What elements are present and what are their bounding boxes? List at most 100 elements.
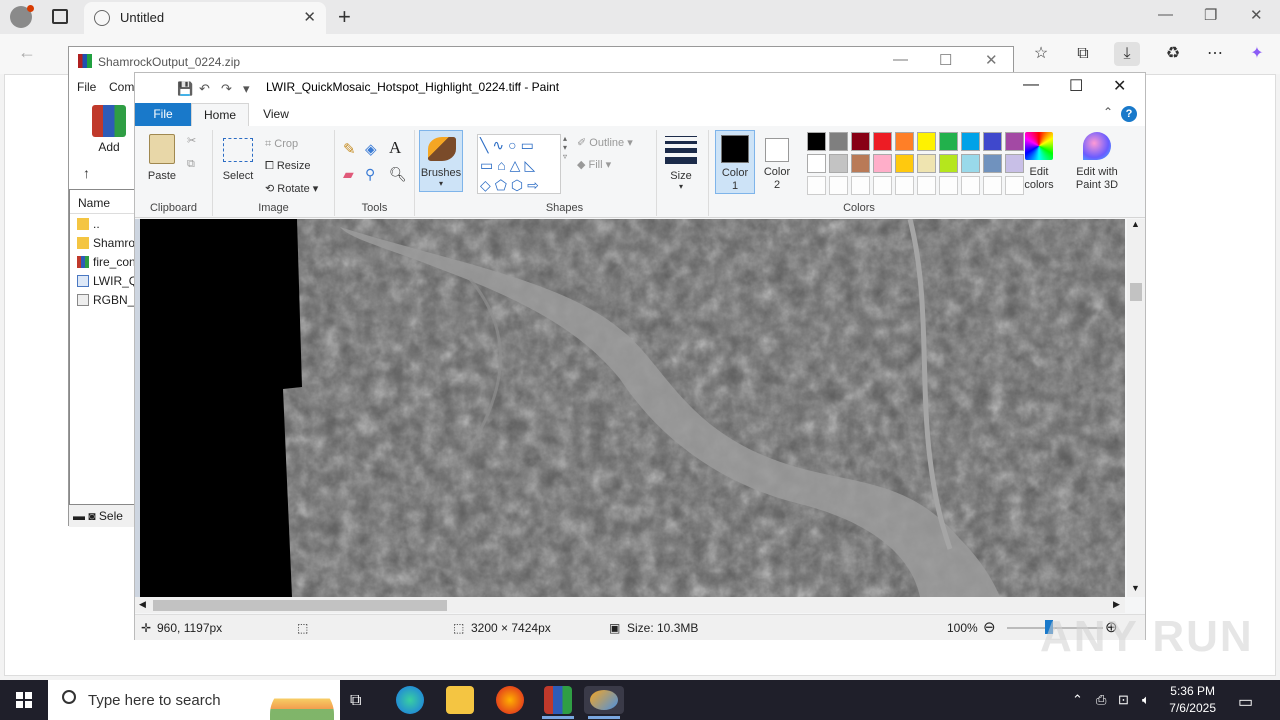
add-button[interactable]: Add — [89, 105, 129, 154]
favorites-star-icon[interactable]: ☆ — [1028, 42, 1054, 66]
color-picker-icon[interactable]: ⚲ — [365, 166, 375, 183]
paste-button[interactable]: Paste — [141, 170, 183, 182]
back-arrow-icon[interactable]: ← — [18, 42, 36, 63]
save-icon[interactable]: 💾 — [177, 81, 193, 97]
winrar-close-button[interactable]: ✕ — [985, 51, 998, 69]
windows-start-icon[interactable] — [16, 692, 32, 708]
color-swatch[interactable] — [1005, 132, 1024, 151]
edit-colors-button[interactable]: Edit colors — [1015, 166, 1063, 192]
tab-view[interactable]: View — [251, 103, 301, 126]
column-header-name[interactable]: Name — [70, 190, 134, 214]
list-item[interactable]: .. — [70, 214, 134, 233]
color1-button[interactable]: Color 1 — [715, 130, 755, 194]
collapse-ribbon-icon[interactable]: ⌃ — [1103, 105, 1113, 119]
color-swatch[interactable] — [873, 176, 892, 195]
tab-home[interactable]: Home — [191, 103, 249, 126]
new-tab-button[interactable]: + — [338, 4, 351, 30]
shapes-scroll-icon[interactable]: ▴ ▾ ▿ — [563, 134, 567, 161]
downloads-icon[interactable]: ⤓ — [1114, 42, 1140, 66]
color-swatch[interactable] — [983, 176, 1002, 195]
color-swatch[interactable] — [983, 154, 1002, 173]
color-swatch[interactable] — [939, 176, 958, 195]
color-swatch[interactable] — [961, 176, 980, 195]
select-button[interactable]: Select — [217, 170, 259, 182]
taskbar-search[interactable]: Type here to search — [48, 680, 340, 720]
size-icon[interactable] — [665, 136, 697, 164]
browser-close-button[interactable]: ✕ — [1250, 6, 1263, 24]
copy-icon[interactable]: ⧉ — [187, 158, 195, 171]
color-swatch[interactable] — [851, 132, 870, 151]
color-swatch[interactable] — [873, 154, 892, 173]
tab-file[interactable]: File — [135, 103, 191, 126]
paint-maximize-button[interactable]: ☐ — [1069, 76, 1083, 96]
eraser-icon[interactable]: ▰ — [343, 166, 354, 183]
up-folder-icon[interactable]: ↑ — [83, 165, 90, 181]
paint3d-icon[interactable] — [1083, 132, 1111, 160]
customize-qat-icon[interactable]: ▾ — [243, 81, 250, 97]
thermal-image[interactable] — [140, 219, 1125, 597]
redo-icon[interactable]: ↷ — [221, 81, 232, 97]
browser-tab[interactable]: Untitled ✕ — [84, 2, 326, 34]
color-swatch[interactable] — [829, 132, 848, 151]
color-swatch[interactable] — [829, 176, 848, 195]
paint-close-button[interactable]: ✕ — [1113, 76, 1126, 96]
scroll-up-icon[interactable]: ▲ — [1131, 219, 1140, 229]
color-swatch[interactable] — [851, 154, 870, 173]
scroll-down-icon[interactable]: ▼ — [1131, 583, 1140, 593]
tab-actions-icon[interactable] — [52, 9, 68, 24]
winrar-minimize-button[interactable]: — — [893, 51, 908, 68]
browser-minimize-button[interactable]: — — [1158, 6, 1173, 23]
more-menu-icon[interactable]: ⋯ — [1202, 42, 1228, 66]
pencil-icon[interactable]: ✎ — [343, 140, 356, 158]
volume-icon[interactable]: 🔈︎ — [1142, 692, 1150, 708]
color-swatch[interactable] — [917, 176, 936, 195]
winrar-taskbar-icon[interactable] — [544, 686, 572, 714]
extensions-icon[interactable]: ♻ — [1160, 42, 1186, 66]
firefox-icon[interactable] — [496, 686, 524, 714]
network-icon[interactable]: ⊡ — [1118, 692, 1129, 708]
cut-icon[interactable]: ✂ — [187, 134, 196, 147]
winrar-maximize-button[interactable]: ☐ — [939, 51, 952, 69]
paste-icon[interactable] — [149, 134, 175, 164]
collections-icon[interactable]: ⧉ — [1070, 42, 1096, 66]
edit-colors-icon[interactable] — [1025, 132, 1053, 160]
color-swatch[interactable] — [895, 154, 914, 173]
copilot-icon[interactable]: ✦ — [1244, 42, 1270, 66]
size-button[interactable]: Size — [661, 170, 701, 182]
color-swatch[interactable] — [807, 176, 826, 195]
color-swatch[interactable] — [829, 154, 848, 173]
vertical-scroll-thumb[interactable] — [1130, 283, 1142, 301]
color-swatch[interactable] — [961, 154, 980, 173]
color-swatch[interactable] — [961, 132, 980, 151]
vertical-scrollbar[interactable]: ▲ ▼ — [1127, 219, 1145, 597]
color-swatch[interactable] — [873, 132, 892, 151]
color-swatch[interactable] — [917, 154, 936, 173]
magnifier-icon[interactable]: 🔍︎ — [389, 166, 407, 183]
zoom-out-icon[interactable]: ⊖ — [983, 618, 996, 636]
fill-bucket-icon[interactable]: ◈ — [365, 140, 377, 158]
color-swatch[interactable] — [807, 154, 826, 173]
file-explorer-icon[interactable] — [446, 686, 474, 714]
help-icon[interactable]: ? — [1121, 106, 1137, 122]
shapes-gallery[interactable]: ╲∿○▭ ▭⌂△◺ ◇⬠⬡⇨ — [477, 134, 561, 194]
horizontal-scrollbar[interactable]: ◀ ▶ — [135, 597, 1125, 613]
task-view-icon[interactable]: ⧉ — [350, 692, 361, 710]
color-swatch[interactable] — [895, 132, 914, 151]
profile-avatar-icon[interactable] — [10, 5, 34, 28]
text-tool-icon[interactable]: A — [389, 138, 401, 158]
tab-close-icon[interactable]: ✕ — [303, 8, 316, 26]
list-item[interactable]: fire_con — [70, 252, 134, 271]
winrar-menu-file[interactable]: File — [77, 80, 96, 94]
canvas-viewport[interactable] — [135, 219, 1125, 597]
color-swatch[interactable] — [917, 132, 936, 151]
color2-button[interactable]: Color 2 — [757, 130, 797, 194]
color-swatch[interactable] — [807, 132, 826, 151]
browser-maximize-button[interactable]: ❐ — [1204, 6, 1217, 24]
undo-icon[interactable]: ↶ — [199, 81, 210, 97]
edit-paint3d-button[interactable]: Edit with Paint 3D — [1069, 166, 1125, 192]
scroll-left-icon[interactable]: ◀ — [139, 599, 146, 610]
color-swatch[interactable] — [895, 176, 914, 195]
winrar-menu-commands[interactable]: Com — [109, 80, 134, 94]
tray-device-icon[interactable]: ⎙ — [1096, 692, 1106, 708]
tray-overflow-icon[interactable]: ⌃ — [1072, 692, 1083, 708]
